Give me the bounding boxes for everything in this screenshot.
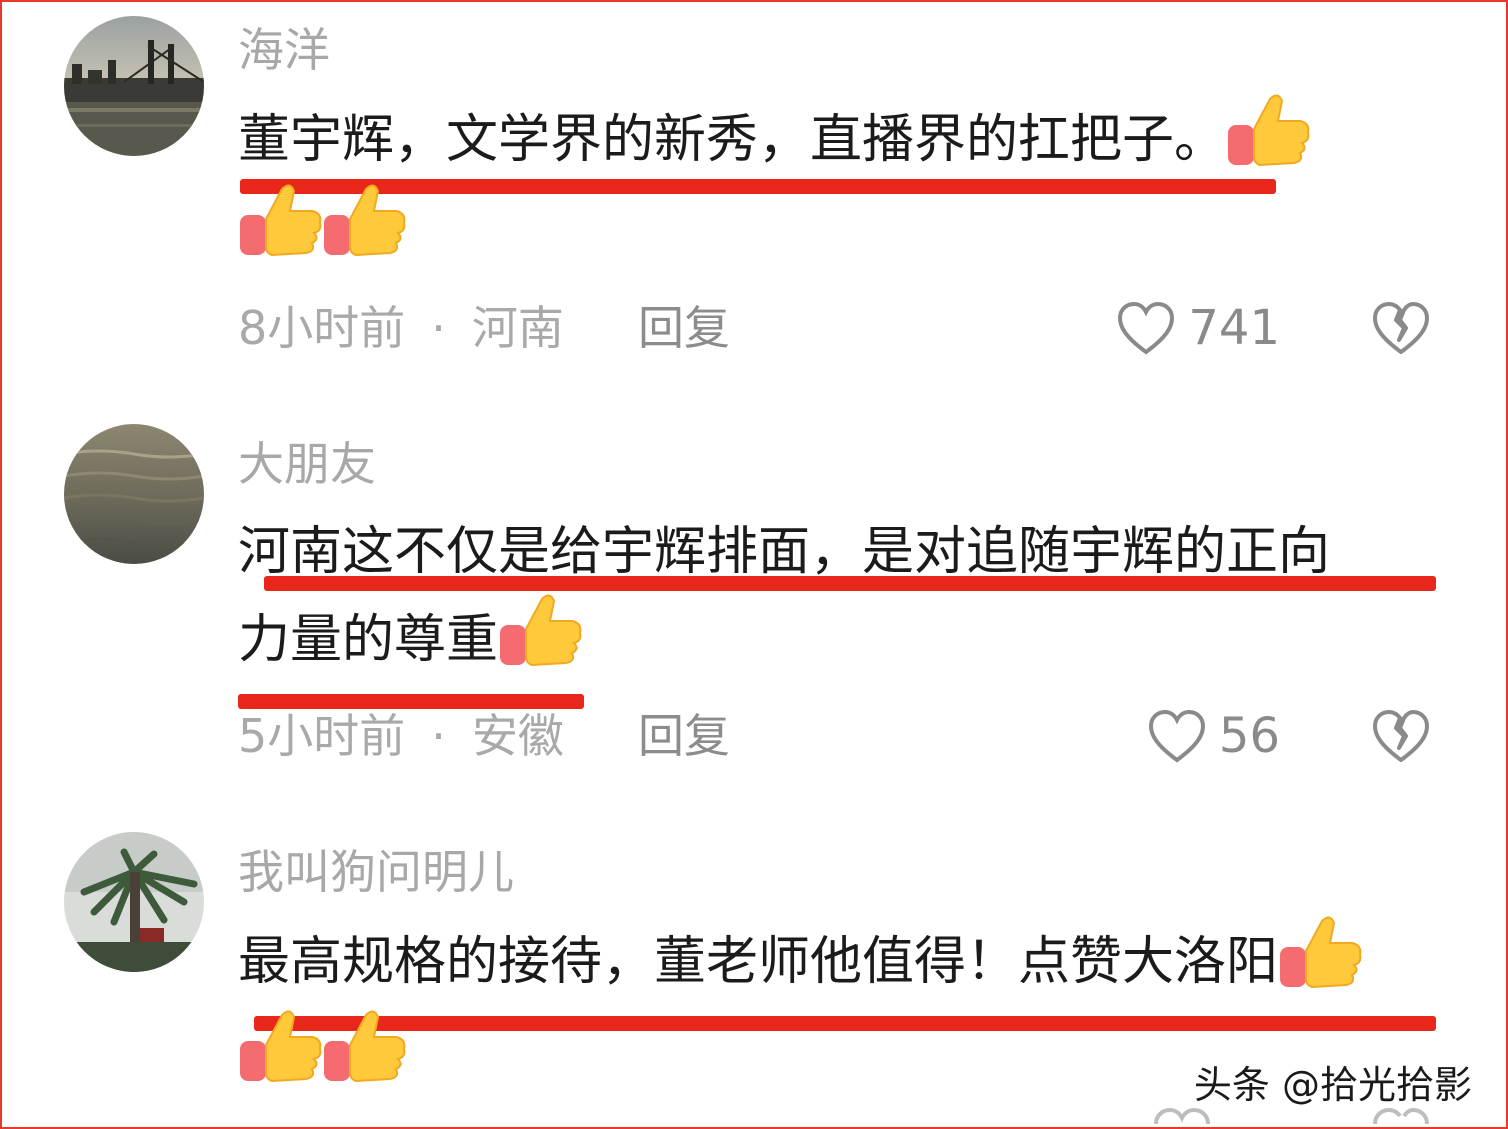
comment-emoji-row [238, 180, 1458, 280]
reply-button[interactable]: 回复 [638, 300, 730, 356]
watermark: 头条 @拾光拾影 [1193, 1063, 1472, 1107]
dislike-button[interactable] [1370, 1106, 1432, 1127]
thumbs-up-emoji [322, 1007, 406, 1085]
avatar[interactable] [64, 832, 204, 972]
heart-outline-icon [1154, 1107, 1210, 1125]
thumbs-up-emoji [238, 181, 322, 259]
heart-outline-icon [1148, 709, 1205, 763]
thumbs-up-emoji [322, 181, 406, 259]
comment-time: 8小时前 [238, 301, 406, 355]
broken-heart-icon [1373, 710, 1429, 762]
broken-heart-icon [1373, 302, 1429, 354]
comment-username[interactable]: 大朋友 [238, 436, 376, 492]
like-button[interactable]: 56 [1147, 708, 1280, 764]
thumbs-up-emoji [1226, 91, 1310, 169]
comment-time: 5小时前 [238, 709, 406, 763]
avatar[interactable] [64, 16, 204, 156]
like-count: 56 [1218, 708, 1280, 764]
heart-outline-icon [1118, 301, 1175, 355]
red-underline [264, 576, 1436, 591]
comment-text-line: 董宇辉，文学界的新秀，直播界的扛把子。 [238, 110, 1227, 170]
comment-text-line: 最高规格的接待，董老师他值得！点赞大洛阳 [238, 932, 1279, 992]
avatar[interactable] [64, 424, 204, 564]
like-button[interactable] [1152, 1106, 1212, 1127]
comment-text: 力量的尊重 [238, 590, 1458, 690]
comment-text: 董宇辉，文学界的新秀，直播界的扛把子。 [238, 90, 1458, 190]
thumbs-up-emoji [498, 591, 582, 669]
like-button[interactable]: 741 [1116, 300, 1280, 356]
comment-username[interactable]: 海洋 [238, 22, 330, 78]
broken-heart-icon [1373, 1107, 1429, 1125]
thumbs-up-emoji [238, 1007, 322, 1085]
comment-username[interactable]: 我叫狗问明儿 [238, 844, 514, 900]
comment-meta: 5小时前 · 安徽 [238, 708, 564, 764]
comment-location: 安徽 [471, 709, 564, 763]
comment-location: 河南 [471, 301, 564, 355]
separator-dot: · [431, 709, 446, 763]
separator-dot: · [431, 301, 446, 355]
red-underline [238, 694, 584, 709]
thumbs-up-emoji [1278, 913, 1362, 991]
dislike-button[interactable] [1370, 300, 1432, 360]
comment-list: 海洋 董宇辉，文学界的新秀，直播界的扛把子。 8小时前 · 河南 回复 741 [0, 0, 1508, 1129]
comment-text: 最高规格的接待，董老师他值得！点赞大洛阳 [238, 912, 1458, 1012]
reply-button[interactable]: 回复 [638, 708, 730, 764]
like-count: 741 [1188, 300, 1280, 356]
comment-text-line: 力量的尊重 [238, 610, 499, 670]
dislike-button[interactable] [1370, 708, 1432, 768]
comment-meta: 8小时前 · 河南 [238, 300, 564, 356]
